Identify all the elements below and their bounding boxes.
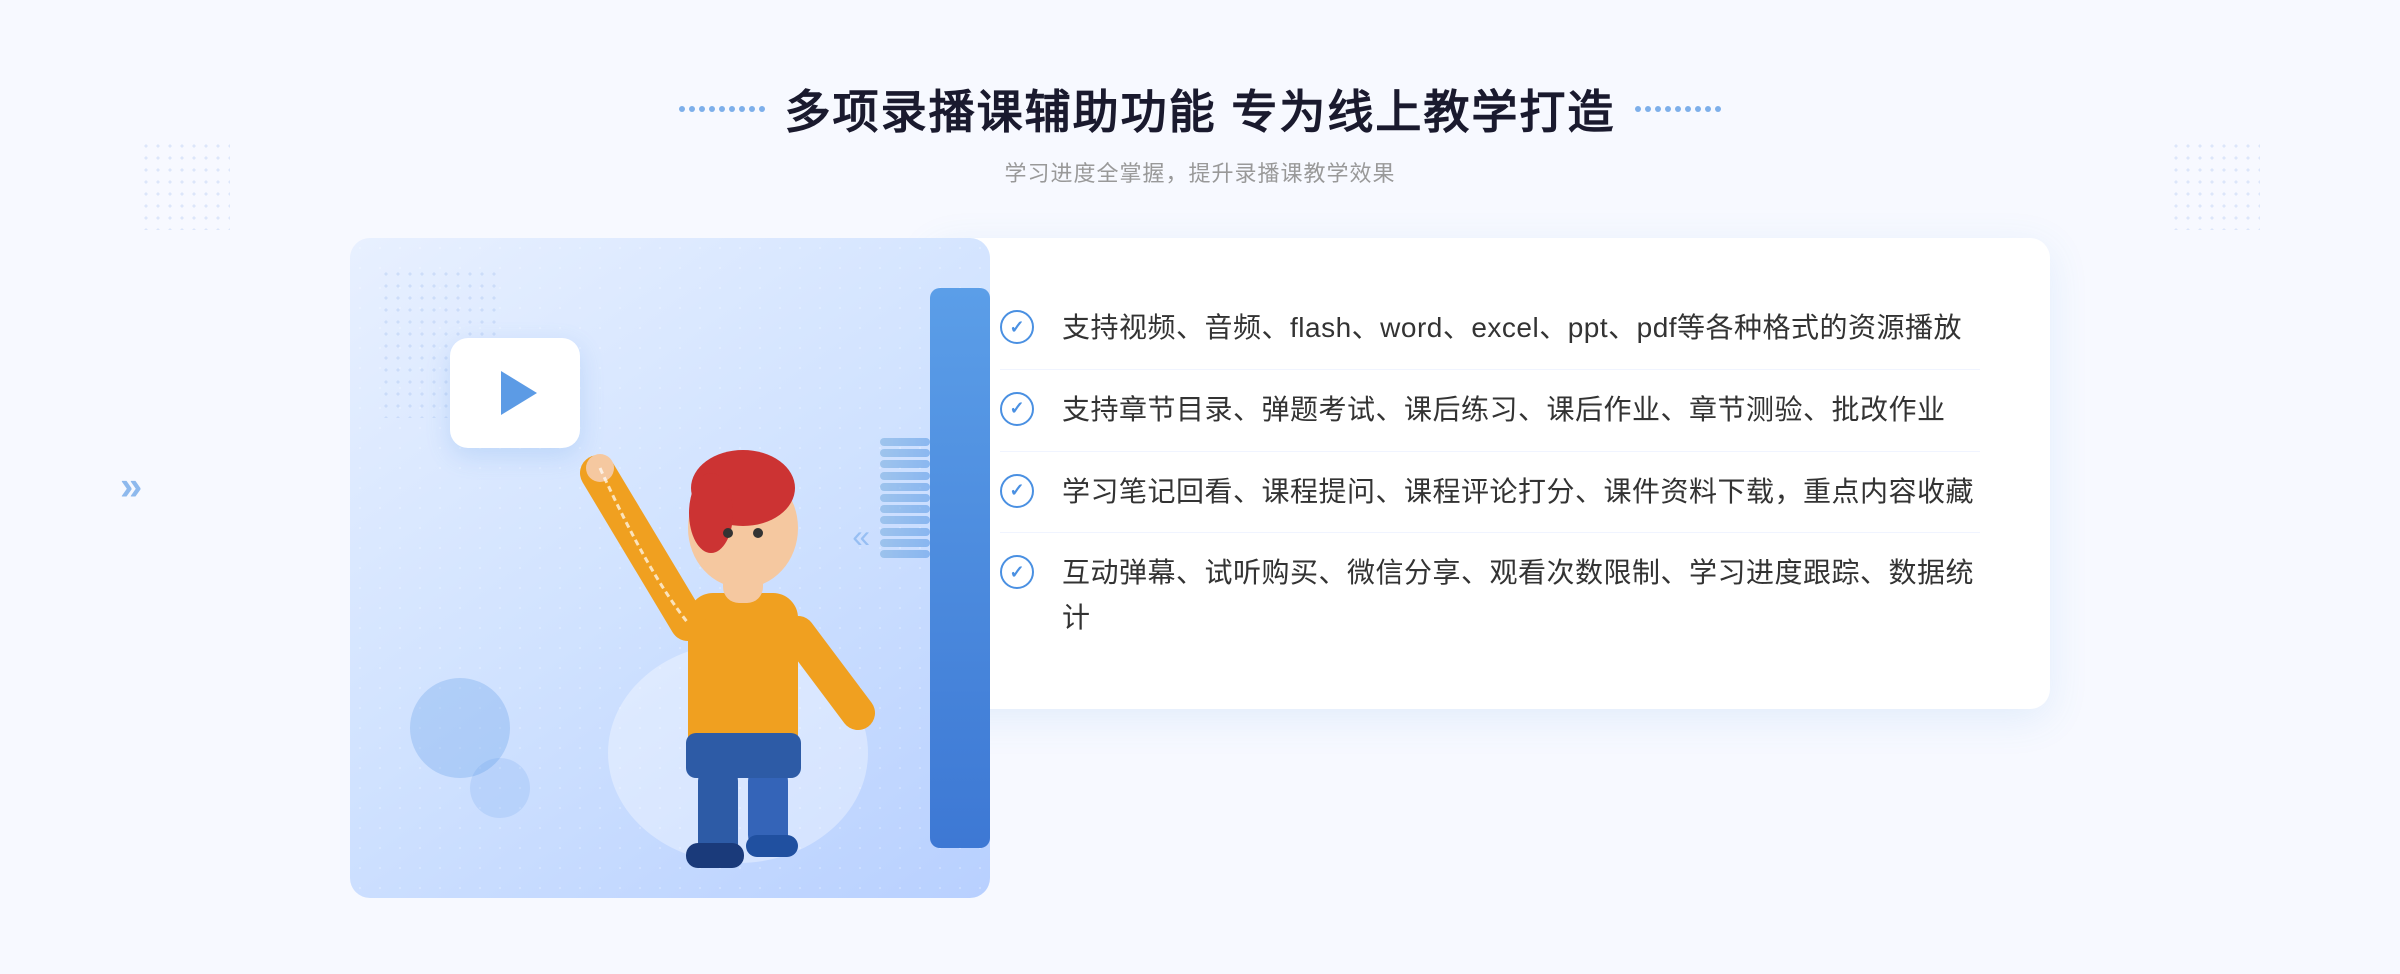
- features-panel-wrapper: 支持视频、音频、flash、word、excel、ppt、pdf等各种格式的资源…: [960, 238, 2050, 898]
- features-panel: 支持视频、音频、flash、word、excel、ppt、pdf等各种格式的资源…: [930, 238, 2050, 709]
- page-container: » 多项录播课辅助功能 专为线上教学打造 学习进度全掌握，提升录播课教学效果: [0, 0, 2400, 974]
- feature-item-2: 支持章节目录、弹题考试、课后练习、课后作业、章节测验、批改作业: [1000, 370, 1980, 452]
- deco-circle-small: [470, 758, 530, 818]
- page-header: 多项录播课辅助功能 专为线上教学打造 学习进度全掌握，提升录播课教学效果: [679, 76, 1722, 188]
- dot-icon-right: [1635, 106, 1721, 112]
- title-row: 多项录播课辅助功能 专为线上教学打造: [679, 76, 1722, 142]
- page-title: 多项录播课辅助功能 专为线上教学打造: [785, 76, 1616, 142]
- check-icon-2: [1000, 392, 1034, 426]
- feature-item-3: 学习笔记回看、课程提问、课程评论打分、课件资料下载，重点内容收藏: [1000, 452, 1980, 534]
- check-icon-3: [1000, 474, 1034, 508]
- illustration-card: «: [350, 238, 990, 898]
- page-subtitle: 学习进度全掌握，提升录播课教学效果: [679, 156, 1722, 188]
- accent-bar: [930, 288, 990, 848]
- dot-pattern-top-right: [2170, 140, 2260, 230]
- person-illustration: [568, 373, 908, 898]
- play-icon: [501, 371, 537, 415]
- feature-item-4: 互动弹幕、试听购买、微信分享、观看次数限制、学习进度跟踪、数据统计: [1000, 533, 1980, 659]
- feature-item-1: 支持视频、音频、flash、word、excel、ppt、pdf等各种格式的资源…: [1000, 288, 1980, 370]
- feature-text-3: 学习笔记回看、课程提问、课程评论打分、课件资料下载，重点内容收藏: [1062, 470, 1974, 515]
- dot-icon-left: [679, 106, 765, 112]
- dot-pattern-top-left: [140, 140, 230, 230]
- check-icon-1: [1000, 310, 1034, 344]
- main-content: «: [350, 238, 2050, 898]
- play-bubble: [450, 338, 580, 448]
- feature-text-2: 支持章节目录、弹题考试、课后练习、课后作业、章节测验、批改作业: [1062, 388, 1946, 433]
- feature-text-1: 支持视频、音频、flash、word、excel、ppt、pdf等各种格式的资源…: [1062, 306, 1962, 351]
- chevron-left-icon: »: [120, 465, 142, 510]
- check-icon-4: [1000, 555, 1034, 589]
- feature-text-4: 互动弹幕、试听购买、微信分享、观看次数限制、学习进度跟踪、数据统计: [1062, 551, 1980, 641]
